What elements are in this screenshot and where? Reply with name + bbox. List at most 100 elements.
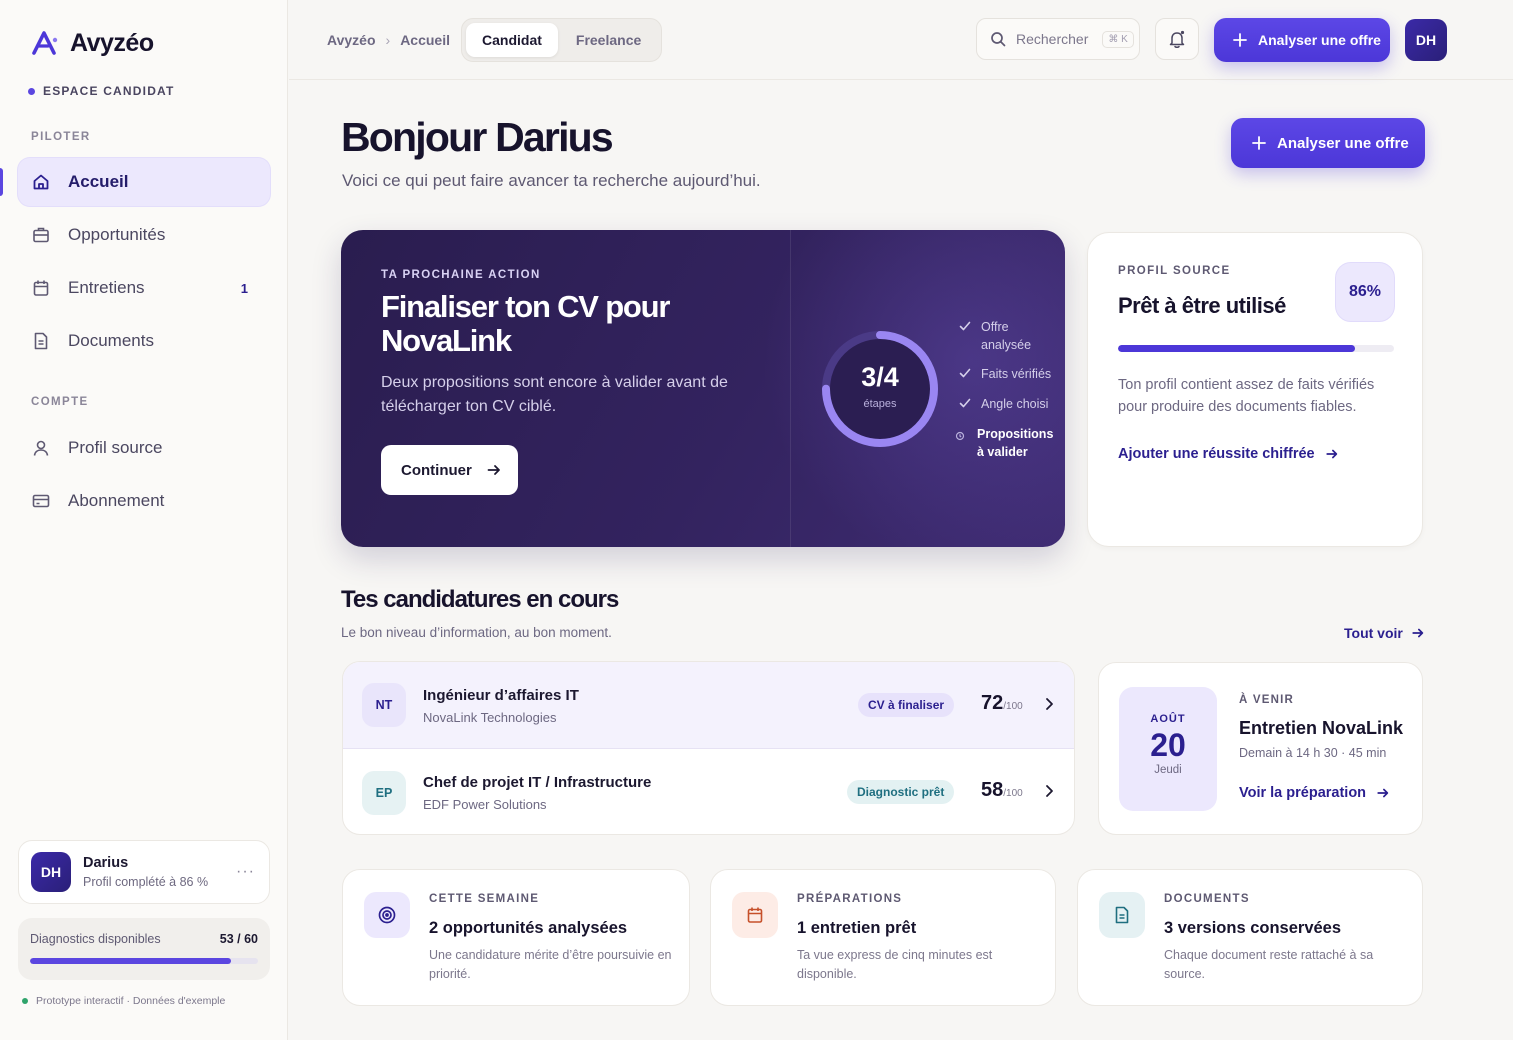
topbar: Avyzéo › Accueil Candidat Freelance Rech… — [289, 0, 1513, 80]
check-icon — [959, 318, 973, 354]
add-achievement-link[interactable]: Ajouter une réussite chiffrée — [1118, 446, 1339, 462]
tab-freelance[interactable]: Freelance — [560, 23, 657, 57]
application-row[interactable]: NT Ingénieur d’affaires IT NovaLink Tech… — [343, 662, 1074, 749]
profile-title: Prêt à être utilisé — [1118, 293, 1286, 318]
home-icon — [32, 173, 50, 191]
logo-icon — [32, 31, 58, 55]
stat-kicker: CETTE SEMAINE — [429, 893, 540, 905]
user-card[interactable]: DH Darius Profil complété à 86 % ··· — [18, 840, 270, 904]
score-max: /100 — [1003, 788, 1023, 799]
upcoming-interview-card: AOÛT 20 Jeudi À VENIR Entretien NovaLink… — [1098, 662, 1423, 835]
company-initials: NT — [362, 683, 406, 727]
stat-card-week[interactable]: CETTE SEMAINE 2 opportunités analysées U… — [342, 869, 690, 1006]
date-weekday: Jeudi — [1154, 764, 1182, 776]
count-badge: 1 — [240, 280, 248, 296]
next-action-kicker: TA PROCHAINE ACTION — [381, 269, 541, 281]
status-badge: Diagnostic prêt — [847, 780, 955, 804]
add-achievement-label: Ajouter une réussite chiffrée — [1118, 446, 1315, 462]
active-indicator — [0, 168, 3, 196]
progress-label: étapes — [863, 398, 897, 410]
stat-card-preparations[interactable]: PRÉPARATIONS 1 entretien prêt Ta vue exp… — [710, 869, 1056, 1006]
sidebar-item-documents[interactable]: Documents — [18, 317, 270, 365]
stat-card-documents[interactable]: DOCUMENTS 3 versions conservées Chaque d… — [1077, 869, 1423, 1006]
section-label-account: COMPTE — [31, 396, 89, 408]
target-icon — [364, 892, 410, 938]
notifications-button[interactable] — [1155, 18, 1199, 60]
sidebar-item-label: Opportunités — [68, 225, 166, 244]
document-icon — [32, 332, 50, 350]
diagnostics-progress-fill — [30, 958, 232, 964]
step-label: Angle choisi — [981, 397, 1049, 411]
progress-value: 3/4 — [861, 362, 899, 392]
search-icon — [991, 32, 1006, 47]
sidebar-item-accueil[interactable]: Accueil — [18, 158, 270, 206]
sidebar-item-profil-source[interactable]: Profil source — [18, 424, 270, 472]
pending-icon — [955, 425, 969, 461]
next-action-title: Finaliser ton CV pour NovaLink — [381, 289, 670, 358]
stat-title: 3 versions conservées — [1164, 919, 1342, 937]
diagnostics-card: Diagnostics disponibles 53 / 60 — [18, 918, 270, 980]
check-icon — [959, 365, 973, 384]
sidebar-item-label: Entretiens — [68, 278, 145, 297]
view-preparation-link[interactable]: Voir la préparation — [1239, 785, 1390, 801]
mode-switch: Candidat Freelance — [461, 18, 663, 62]
breadcrumb-item[interactable]: Avyzéo — [327, 32, 376, 48]
step-label: Faits vérifiés — [981, 367, 1052, 381]
application-row[interactable]: EP Chef de projet IT / Infrastructure ED… — [343, 749, 1074, 834]
status-dot — [28, 87, 35, 95]
search-input[interactable]: Rechercher ⌘ K — [976, 18, 1140, 60]
stat-title: 2 opportunités analysées — [429, 919, 628, 937]
divider — [790, 230, 791, 547]
date-month: AOÛT — [1150, 713, 1186, 725]
stat-title: 1 entretien prêt — [797, 919, 917, 937]
plus-icon — [1233, 33, 1247, 47]
view-preparation-label: Voir la préparation — [1239, 785, 1367, 801]
chevron-right-icon — [1046, 785, 1053, 797]
step-item: Faits vérifiés — [959, 365, 1065, 384]
next-action-text: Deux propositions sont encore à valider … — [381, 374, 728, 415]
application-score: 58/100 — [981, 779, 1023, 802]
see-all-label: Tout voir — [1344, 625, 1403, 641]
chevron-right-icon: › — [385, 32, 391, 48]
user-profile-completion: Profil complété à 86 % — [83, 875, 209, 889]
stat-text: Chaque document reste rattaché à sa sour… — [1164, 948, 1374, 981]
application-title: Ingénieur d’affaires IT — [423, 687, 579, 704]
next-action-card: TA PROCHAINE ACTION Finaliser ton CV pou… — [341, 230, 1065, 547]
more-options-button[interactable]: ··· — [236, 863, 255, 881]
sidebar-item-opportunites[interactable]: Opportunités — [18, 211, 270, 259]
profile-progress — [1118, 345, 1394, 352]
stat-kicker: DOCUMENTS — [1164, 893, 1250, 905]
continue-button[interactable]: Continuer — [381, 445, 518, 495]
arrow-right-icon — [487, 465, 500, 475]
analyze-offer-button[interactable]: Analyser une offre — [1214, 18, 1390, 62]
analyze-offer-label: Analyser une offre — [1277, 134, 1409, 152]
calendar-icon — [732, 892, 778, 938]
step-item-current: Propositions à valider — [955, 425, 1065, 461]
interview-kicker: À VENIR — [1239, 694, 1295, 706]
avatar[interactable]: DH — [1405, 19, 1447, 61]
interview-time: Demain à 14 h 30 · 45 min — [1239, 746, 1387, 760]
search-placeholder: Rechercher — [1016, 31, 1089, 47]
space-label-text: ESPACE CANDIDAT — [43, 84, 175, 98]
plus-icon — [1252, 136, 1266, 150]
applications-list: NT Ingénieur d’affaires IT NovaLink Tech… — [342, 661, 1075, 835]
sidebar-item-abonnement[interactable]: Abonnement — [18, 477, 270, 525]
see-all-link[interactable]: Tout voir — [1344, 625, 1425, 641]
space-label: ESPACE CANDIDAT — [28, 84, 175, 98]
breadcrumb-item[interactable]: Accueil — [400, 32, 450, 48]
page-subtitle: Voici ce qui peut faire avancer ta reche… — [342, 171, 761, 190]
sidebar-item-entretiens[interactable]: Entretiens 1 — [18, 264, 270, 312]
profile-percent-badge: 86% — [1335, 262, 1395, 322]
briefcase-icon — [32, 226, 50, 244]
prototype-note-text: Prototype interactif · Données d'exemple — [36, 995, 226, 1007]
tab-candidat[interactable]: Candidat — [466, 23, 558, 57]
logo[interactable]: Avyzéo — [30, 28, 154, 58]
continue-label: Continuer — [401, 461, 472, 479]
diagnostics-progress — [30, 958, 258, 964]
analyze-offer-button[interactable]: Analyser une offre — [1231, 118, 1425, 168]
analyze-offer-label: Analyser une offre — [1258, 32, 1381, 48]
company-initials: EP — [362, 770, 406, 815]
date-day: 20 — [1150, 727, 1186, 763]
stat-text: Une candidature mérite d’être poursuivie… — [429, 948, 672, 981]
arrow-right-icon — [1377, 788, 1389, 798]
